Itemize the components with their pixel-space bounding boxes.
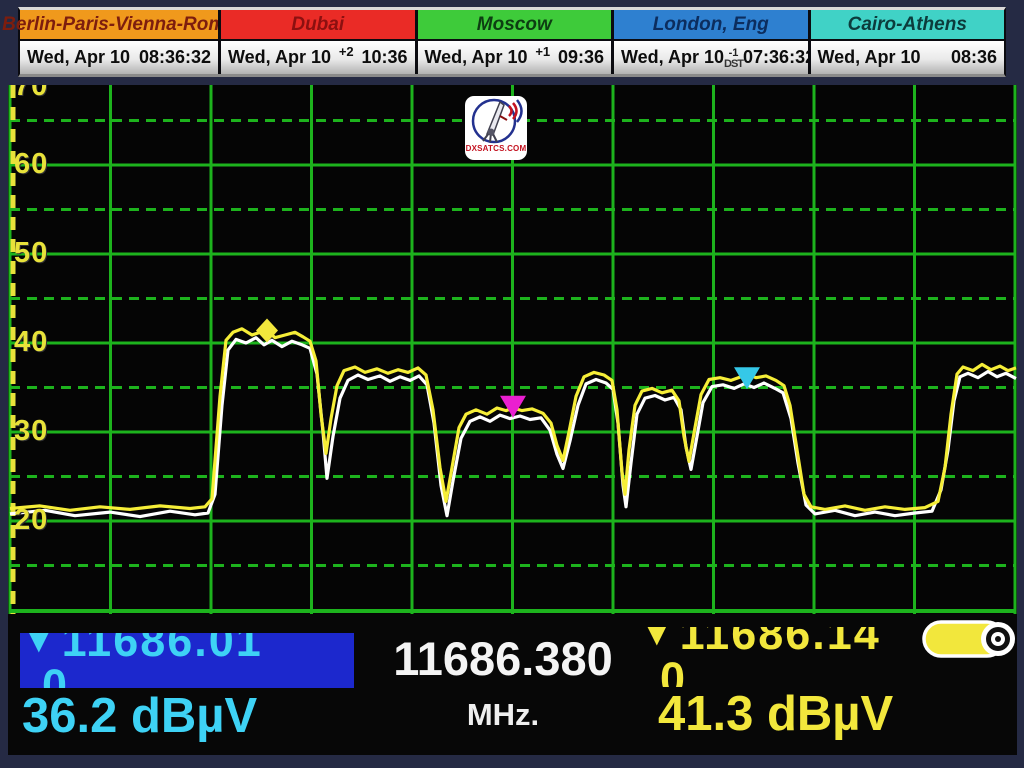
y-axis-label-70: 70 xyxy=(14,85,48,100)
clock-time: 07:36:32 xyxy=(743,47,815,68)
utc-offset: -1DST xyxy=(724,48,743,70)
y-axis-label-20: 20 xyxy=(14,506,48,534)
marker-down-icon: ▼ xyxy=(20,633,60,661)
clock-city-row: Berlin-Paris-Vienna-Roma Dubai Moscow Londo… xyxy=(20,10,1004,39)
spectrum-analyzer-screen: Berlin-Paris-Vienna-Roma Dubai Moscow Londo… xyxy=(0,0,1024,768)
marker1-frequency-wrap-digit: 0 xyxy=(42,663,354,688)
clock-time-cell-1: Wed, Apr 10 +2 10:36 xyxy=(218,39,415,74)
satellite-dish-icon xyxy=(467,96,525,146)
center-frequency: 11686.380 xyxy=(338,631,668,686)
clock-city-cell-2: Moscow xyxy=(415,10,612,39)
clock-time: 09:36 xyxy=(558,47,604,68)
dxsatcs-logo: DXSATCS.COM xyxy=(465,96,527,160)
battery-icon xyxy=(916,616,1020,664)
clock-time: 08:36 xyxy=(951,47,997,68)
clock-time-cell-4: Wed, Apr 10 08:36 xyxy=(808,39,1005,74)
clock-time-cell-0: Wed, Apr 10 08:36:32 xyxy=(20,39,218,74)
clock-city-cell-0: Berlin-Paris-Vienna-Roma xyxy=(20,10,218,39)
city-label: Moscow xyxy=(477,14,552,36)
clock-date: Wed, Apr 10 xyxy=(27,47,130,68)
marker1-level: 36.2 dBµV xyxy=(22,688,257,744)
marker1-frequency-readout: ▼11686.01 0 xyxy=(20,633,354,688)
utc-offset: +1 xyxy=(535,44,550,59)
world-clock-bar: Berlin-Paris-Vienna-Roma Dubai Moscow Londo… xyxy=(18,7,1006,77)
spectrum-grid-and-traces xyxy=(8,85,1017,614)
clock-time: 08:36:32 xyxy=(139,47,211,68)
clock-city-cell-4: Cairo-Athens xyxy=(808,10,1005,39)
clock-date: Wed, Apr 10 xyxy=(425,47,528,68)
city-label: London, Eng xyxy=(653,14,769,36)
logo-text: DXSATCS.COM xyxy=(466,144,527,153)
readout-panel: ▼11686.01 0 36.2 dBµV 11686.380 MHz. ▼11… xyxy=(8,614,1017,755)
clock-city-cell-1: Dubai xyxy=(218,10,415,39)
marker-down-icon: ▼ xyxy=(638,627,678,654)
clock-city-cell-3: London, Eng xyxy=(611,10,808,39)
y-axis-label-60: 60 xyxy=(14,150,48,178)
utc-offset: +2 xyxy=(339,44,354,59)
clock-date: Wed, Apr 10 xyxy=(621,47,724,68)
marker2-level: 41.3 dBµV xyxy=(658,686,893,742)
city-label: Berlin-Paris-Vienna-Roma xyxy=(2,14,236,36)
city-label: Cairo-Athens xyxy=(848,14,967,36)
frequency-unit: MHz. xyxy=(418,697,588,733)
clock-date: Wed, Apr 10 xyxy=(228,47,331,68)
clock-time-cell-2: Wed, Apr 10 +1 09:36 xyxy=(415,39,612,74)
marker-triangle-down-1 xyxy=(500,396,526,418)
y-axis-label-30: 30 xyxy=(14,417,48,445)
city-label: Dubai xyxy=(291,14,344,36)
spectrum-plot: DXSATCS.COM 70 60 50 40 30 20 xyxy=(8,85,1017,614)
marker1-frequency-value: ▼11686.01 xyxy=(20,633,354,663)
clock-time-row: Wed, Apr 1008:36:32Wed, Apr 10+210:36Wed… xyxy=(20,39,1004,74)
y-axis-label-40: 40 xyxy=(14,328,48,356)
clock-time-cell-3: Wed, Apr 10-1DST07:36:32 xyxy=(611,39,808,74)
clock-date: Wed, Apr 10 xyxy=(818,47,921,68)
clock-time: 10:36 xyxy=(361,47,407,68)
y-axis-label-50: 50 xyxy=(14,239,48,267)
